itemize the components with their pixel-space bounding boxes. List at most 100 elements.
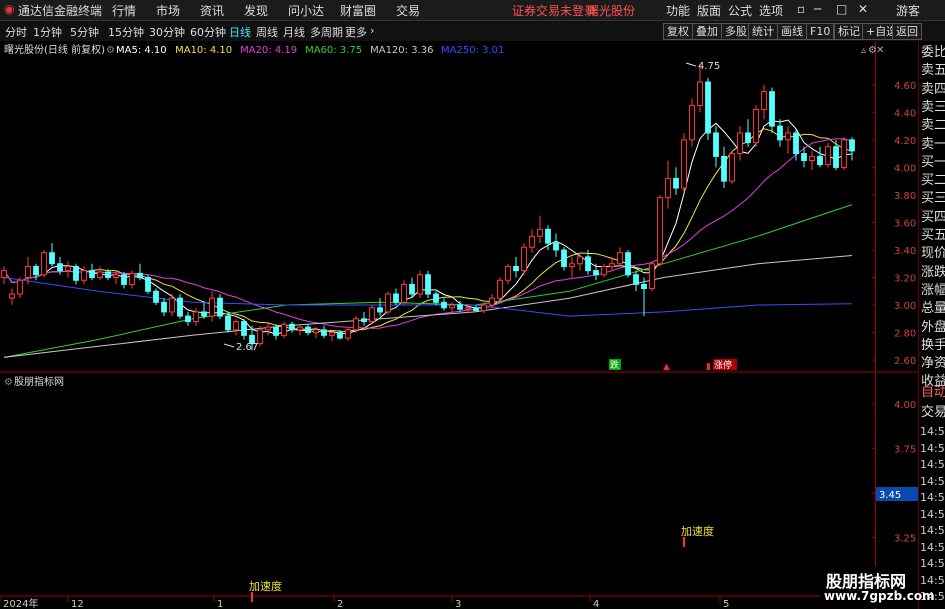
signal-up-arrow-icon: ▲ [663, 362, 670, 372]
candle-body [593, 270, 599, 276]
menu-item-ask[interactable]: 问小达 [288, 2, 324, 19]
date-label: 5 [723, 599, 729, 609]
candle-body [25, 266, 31, 279]
candle-body [17, 279, 23, 295]
candle-body [185, 315, 191, 323]
candle-body [545, 228, 551, 244]
candle-body [281, 323, 287, 336]
adjust-button[interactable]: 复权 [663, 23, 693, 40]
period-tab-60min[interactable]: 60分钟 [190, 24, 226, 40]
period-tab-timeshare[interactable]: 分时 [5, 24, 27, 40]
period-tab-monthly[interactable]: 月线 [283, 24, 305, 40]
candle-body [297, 326, 303, 331]
legend-ma5: MA5: 4.10 [116, 45, 167, 56]
period-tab-1min[interactable]: 1分钟 [33, 24, 62, 40]
overlay-button[interactable]: 叠加 [692, 23, 722, 40]
candle-body [145, 277, 151, 292]
quote-field-label: 涨跌 [921, 264, 945, 280]
menu-item-quotes[interactable]: 行情 [112, 2, 136, 19]
back-button[interactable]: 返回 [892, 23, 922, 40]
candle-body [553, 242, 559, 251]
kline-chart[interactable]: 4.60 4.40 4.20 4.00 3.80 3.60 3.40 3.20 3.00 2.80… [0, 41, 918, 609]
minimize-icon[interactable]: ▫ [797, 2, 805, 16]
candle-body [329, 332, 335, 336]
candle-body [449, 304, 455, 309]
menu-item-trade[interactable]: 交易 [396, 2, 420, 19]
candle-body [289, 323, 295, 331]
chevron-right-icon[interactable]: › [370, 24, 374, 37]
period-tab-multi[interactable]: 多周期 [310, 24, 343, 40]
menu-item-wealth[interactable]: 财富圈 [340, 2, 376, 19]
trade-button[interactable]: 交易 [921, 403, 945, 423]
menu-item-news[interactable]: 资讯 [200, 2, 224, 19]
quote-field-label: 涨幅 [921, 282, 945, 298]
period-tab-more[interactable]: 更多 [345, 24, 367, 40]
restore-icon[interactable]: ─ [814, 2, 821, 16]
collapse-chart-icon[interactable]: ▵ [861, 45, 866, 56]
title-bar: ◉ 通达信金融终端 行情 市场 资讯 发现 问小达 财富圈 交易 证券交易未登录… [0, 0, 945, 21]
candle-body [177, 297, 183, 317]
candle-body [561, 249, 567, 268]
menu-item-discover[interactable]: 发现 [244, 2, 268, 19]
candle-body [665, 177, 671, 199]
candle-body [777, 125, 783, 141]
quote-field-label: 换手 [921, 337, 945, 353]
quote-field-label: 买四 [921, 209, 945, 225]
indicator-gear-icon[interactable]: ⚙ [4, 377, 13, 388]
candle-body [81, 270, 87, 281]
candle-body [73, 266, 79, 281]
chart-close-icon[interactable]: ✕ [876, 45, 884, 56]
guest-label[interactable]: 游客 [896, 2, 920, 19]
candle-body [401, 283, 407, 303]
tick-time: 14:56 [920, 425, 945, 438]
period-tab-5min[interactable]: 5分钟 [70, 24, 99, 40]
app-logo-icon: ◉ [4, 2, 15, 16]
date-label: 1 [217, 599, 223, 609]
title-stock-name: 曙光股份 [587, 4, 636, 18]
candle-body [169, 297, 175, 313]
candle-body [689, 104, 695, 141]
menu-item-market[interactable]: 市场 [156, 2, 180, 19]
maximize-icon[interactable]: □ [836, 2, 847, 16]
candle-body [241, 321, 247, 336]
auto-button[interactable]: 自动 [921, 383, 945, 403]
period-tab-30min[interactable]: 30分钟 [149, 24, 185, 40]
candle-body [153, 290, 159, 303]
multi-stock-button[interactable]: 多股 [721, 23, 751, 40]
price-axis-label: 3.20 [894, 274, 916, 285]
statistics-button[interactable]: 统计 [748, 23, 778, 40]
candle-body [489, 297, 495, 306]
candle-body [193, 311, 199, 323]
f10-button[interactable]: F10 [806, 23, 835, 40]
candle-body [825, 146, 831, 166]
period-tab-15min[interactable]: 15分钟 [108, 24, 144, 40]
candle-body [785, 132, 791, 141]
candle-body [537, 228, 543, 237]
tick-time: 14:56 [920, 557, 945, 570]
quote-field-label: 卖一 [921, 136, 945, 152]
period-tab-weekly[interactable]: 周线 [256, 24, 278, 40]
candle-body [433, 293, 439, 303]
menu-item-function[interactable]: 功能 [666, 2, 690, 19]
candle-body [225, 315, 231, 331]
menu-item-formula[interactable]: 公式 [728, 2, 752, 19]
legend-gear-icon[interactable]: ⚙ [106, 45, 115, 56]
candle-body [345, 329, 351, 339]
candle-body [273, 326, 279, 336]
watermark-url: www.7gpzb.com [824, 589, 935, 603]
candle-body [793, 132, 799, 155]
candle-body [113, 274, 119, 279]
candle-body [769, 91, 775, 127]
mark-button[interactable]: 标记 [834, 23, 864, 40]
login-notice[interactable]: 证券交易未登录 [512, 2, 596, 19]
tick-time: 14:56 [920, 540, 945, 554]
period-tab-daily[interactable]: 日线 [229, 24, 251, 40]
menu-item-layout[interactable]: 版面 [697, 2, 721, 19]
menu-item-options[interactable]: 选项 [759, 2, 783, 19]
draw-line-button[interactable]: 画线 [777, 23, 807, 40]
price-axis-label: 2.80 [894, 329, 916, 340]
candle-body [457, 304, 463, 310]
quote-field-label: 卖五 [921, 63, 945, 79]
candle-body [481, 304, 487, 312]
close-icon[interactable]: ✕ [858, 2, 868, 16]
